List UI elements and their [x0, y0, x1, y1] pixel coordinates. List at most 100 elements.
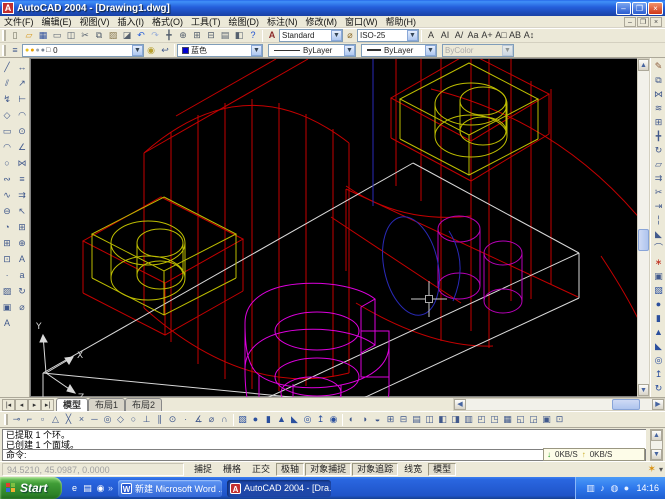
- region-2-icon[interactable]: ▣: [651, 269, 665, 283]
- toggle-model[interactable]: 模型: [428, 463, 456, 476]
- offset-icon[interactable]: ≋: [651, 101, 665, 115]
- solids-wedge-2-icon[interactable]: ◣: [288, 413, 301, 426]
- extrude-faces-icon[interactable]: ⊞: [384, 413, 397, 426]
- solids-cone-2-icon[interactable]: ▲: [275, 413, 288, 426]
- combo-arrow-icon[interactable]: ▼: [331, 30, 342, 41]
- tab-nav-last[interactable]: ▸|: [41, 399, 54, 411]
- clean-icon[interactable]: ◲: [527, 413, 540, 426]
- explode-icon[interactable]: ∗: [651, 255, 665, 269]
- color-edges-icon[interactable]: ▦: [501, 413, 514, 426]
- snap-parallel-icon[interactable]: ∥: [153, 413, 166, 426]
- tab-model[interactable]: 模型: [56, 398, 88, 411]
- insert-block-icon[interactable]: ⊞: [0, 235, 14, 251]
- coordinate-display[interactable]: 94.5210, 45.0987, 0.0000: [2, 463, 184, 476]
- solids-sphere-2-icon[interactable]: ●: [249, 413, 262, 426]
- scroll-up-icon[interactable]: ▲: [638, 59, 649, 71]
- tab-nav-prev[interactable]: ◂: [15, 399, 28, 411]
- dim-baseline-icon[interactable]: ≡: [15, 171, 29, 187]
- separate-icon[interactable]: ▣: [540, 413, 553, 426]
- help-icon[interactable]: ?: [246, 29, 260, 42]
- find-text-icon[interactable]: Aa: [466, 29, 480, 42]
- quicklaunch-desktop-icon[interactable]: ▤: [81, 482, 94, 495]
- solids-torus-icon[interactable]: ◎: [651, 353, 665, 367]
- snap-center-icon[interactable]: ◎: [101, 413, 114, 426]
- multiline-text-icon[interactable]: A: [0, 315, 14, 331]
- tray-volume-icon[interactable]: ♪: [596, 482, 608, 495]
- menu-tools[interactable]: 工具(T): [191, 17, 221, 27]
- tab-layout1[interactable]: 布局1: [88, 398, 125, 411]
- taper-faces-icon[interactable]: ◨: [449, 413, 462, 426]
- color-faces-icon[interactable]: ◰: [475, 413, 488, 426]
- dim-radius-icon[interactable]: ◠: [15, 107, 29, 123]
- zoom-window-icon[interactable]: ⊞: [190, 29, 204, 42]
- fillet-icon[interactable]: ⌒: [651, 241, 665, 255]
- close-button[interactable]: ×: [648, 2, 663, 15]
- toggle-ortho[interactable]: 正交: [247, 463, 275, 476]
- communication-center-icon[interactable]: ✶: [648, 464, 656, 475]
- solids-wedge-icon[interactable]: ◣: [651, 339, 665, 353]
- combo-arrow-icon[interactable]: ▼: [425, 45, 436, 56]
- dim-angular-icon[interactable]: ∠: [15, 139, 29, 155]
- vertical-scrollbar[interactable]: ▲ ▼: [637, 58, 650, 397]
- properties-icon[interactable]: ▤: [218, 29, 232, 42]
- new-icon[interactable]: ▯: [8, 29, 22, 42]
- combo-arrow-icon[interactable]: ▼: [407, 30, 418, 41]
- dtext-icon[interactable]: AI: [438, 29, 452, 42]
- solids-extrude-2-icon[interactable]: ↥: [314, 413, 327, 426]
- dim-continue-icon[interactable]: ⇉: [15, 187, 29, 203]
- dim-style-combo[interactable]: ISO-25 ▼: [357, 29, 419, 42]
- snap-nearest-icon[interactable]: ∡: [192, 413, 205, 426]
- scroll-up-icon[interactable]: ▲: [651, 430, 662, 441]
- toolbar-grip[interactable]: [2, 45, 6, 56]
- mtext-icon[interactable]: A: [424, 29, 438, 42]
- snap-extension-icon[interactable]: ─: [88, 413, 101, 426]
- dim-edit-icon[interactable]: A: [15, 251, 29, 267]
- start-button[interactable]: Start: [0, 477, 62, 499]
- vertical-scroll-thumb[interactable]: [638, 229, 649, 251]
- menu-help[interactable]: 帮助(H): [386, 17, 417, 27]
- lineweight-combo[interactable]: ByLayer ▼: [361, 44, 437, 57]
- combo-arrow-icon[interactable]: ▼: [132, 45, 143, 56]
- tab-nav-next[interactable]: ▸: [28, 399, 41, 411]
- plot-icon[interactable]: ▭: [50, 29, 64, 42]
- hatch-icon[interactable]: ▨: [0, 283, 14, 299]
- toolbar-grip[interactable]: [2, 30, 6, 41]
- layer-previous-icon[interactable]: ↩: [158, 44, 172, 57]
- menu-format[interactable]: 格式(O): [152, 17, 183, 27]
- solids-revolve-2-icon[interactable]: ◉: [327, 413, 340, 426]
- menu-file[interactable]: 文件(F): [4, 17, 34, 27]
- quick-leader-icon[interactable]: ↖: [15, 203, 29, 219]
- dim-text-edit-icon[interactable]: a: [15, 267, 29, 283]
- layer-lock-icon[interactable]: ●: [35, 47, 39, 54]
- copy-icon[interactable]: ⧉: [92, 29, 106, 42]
- snap-intersection-icon[interactable]: ╳: [62, 413, 75, 426]
- menu-dimension[interactable]: 标注(N): [267, 17, 298, 27]
- solids-cone-icon[interactable]: ▲: [651, 325, 665, 339]
- make-object-layer-current-icon[interactable]: ◉: [144, 44, 158, 57]
- subtract-icon[interactable]: ◑: [358, 413, 371, 426]
- color-combo[interactable]: 蓝色 ▼: [177, 44, 263, 57]
- ellipse-arc-icon[interactable]: ◔: [0, 219, 14, 235]
- toggle-osnap[interactable]: 对象捕捉: [305, 463, 351, 476]
- menu-view[interactable]: 视图(V): [80, 17, 110, 27]
- revolve-icon[interactable]: ↻: [651, 381, 665, 395]
- cut-icon[interactable]: ✂: [78, 29, 92, 42]
- pan-icon[interactable]: ╋: [162, 29, 176, 42]
- snap-from-icon[interactable]: ⌐: [23, 413, 36, 426]
- scroll-down-icon[interactable]: ▼: [638, 384, 649, 396]
- tray-network-icon[interactable]: ◍: [608, 482, 620, 495]
- chamfer-icon[interactable]: ◣: [651, 227, 665, 241]
- menu-insert[interactable]: 插入(I): [118, 17, 145, 27]
- copy-faces-icon[interactable]: ▥: [462, 413, 475, 426]
- mdi-restore-button[interactable]: ❐: [637, 17, 649, 27]
- plot-preview-icon[interactable]: ◫: [64, 29, 78, 42]
- tolerance-icon[interactable]: ⊞: [15, 219, 29, 235]
- snap-tangent-icon[interactable]: ○: [127, 413, 140, 426]
- circle-icon[interactable]: ○: [0, 155, 14, 171]
- mdi-minimize-button[interactable]: –: [624, 17, 636, 27]
- trim-icon[interactable]: ✂: [651, 185, 665, 199]
- layer-plot-icon[interactable]: ●: [41, 47, 45, 54]
- convert-text-icon[interactable]: A↕: [522, 29, 536, 42]
- region-icon[interactable]: ▣: [0, 299, 14, 315]
- minimize-button[interactable]: –: [616, 2, 631, 15]
